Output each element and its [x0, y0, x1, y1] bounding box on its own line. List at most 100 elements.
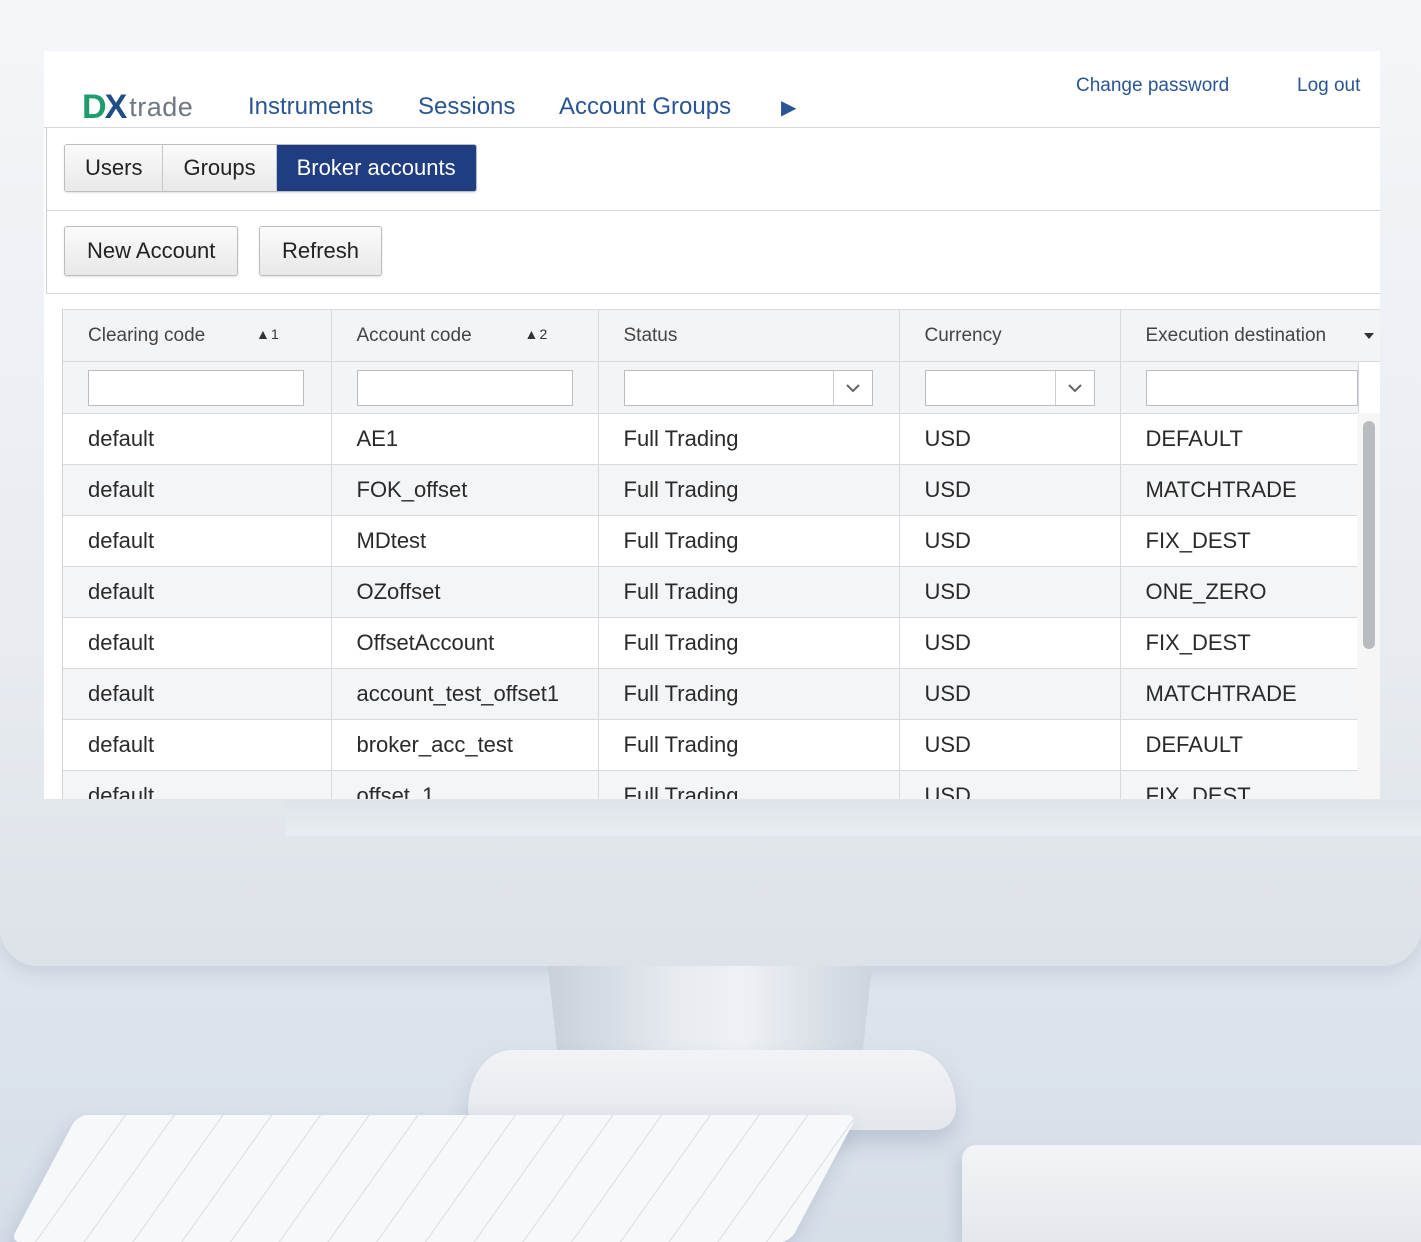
table-row[interactable]: default broker_acc_test Full Trading USD DEF…	[63, 719, 1359, 771]
cell-clearing-code: default	[63, 464, 332, 516]
cell-status: Full Trading	[598, 719, 900, 771]
cell-execution-destination: FIX_DEST	[1120, 515, 1359, 567]
log-out-link[interactable]: Log out	[1297, 75, 1360, 97]
cell-account-code: MDtest	[331, 515, 599, 567]
cell-currency: USD	[899, 464, 1121, 516]
table-row[interactable]: default OZoffset Full Trading USD ONE_ZERO	[63, 566, 1359, 618]
sort-asc-icon: ▲ 2	[524, 326, 548, 342]
trackpad	[962, 1145, 1421, 1242]
column-header-status[interactable]: Status	[598, 309, 900, 362]
account-code-filter-input[interactable]	[356, 369, 573, 406]
cell-execution-destination: ONE_ZERO	[1120, 566, 1359, 618]
table-row[interactable]: default account_test_offset1 Full Trading U…	[63, 668, 1359, 720]
vertical-scrollbar[interactable]	[1357, 413, 1380, 799]
filter-cell	[598, 361, 900, 414]
sort-order: 1	[271, 326, 279, 342]
clearing-code-filter-input[interactable]	[88, 369, 304, 406]
scrollbar-thumb[interactable]	[1363, 421, 1375, 649]
cell-execution-destination: DEFAULT	[1120, 719, 1359, 771]
cell-clearing-code: default	[63, 413, 332, 465]
column-header-label: Clearing code	[88, 324, 206, 346]
filter-cell	[899, 361, 1121, 414]
cell-execution-destination: DEFAULT	[1120, 413, 1359, 465]
cell-status: Full Trading	[598, 770, 900, 799]
app-screen: DX trade Instruments Sessions Account Gr…	[44, 51, 1380, 799]
logo-mark-x: X	[104, 88, 128, 126]
logo-mark-icon: DX	[82, 88, 128, 126]
cell-account-code: offset_1	[331, 770, 599, 799]
dxtrade-logo[interactable]: DX trade	[82, 87, 193, 127]
grid-body: default AE1 Full Trading USD DEFAULT default F…	[63, 413, 1359, 799]
column-header-label: Status	[623, 324, 678, 346]
filter-row	[63, 361, 1359, 414]
nav-sessions[interactable]: Sessions	[418, 93, 515, 121]
column-header-label: Execution destination	[1145, 324, 1327, 346]
cell-status: Full Trading	[598, 566, 900, 618]
execution-destination-filter-input[interactable]	[1145, 369, 1358, 406]
toolbar: New Account Refresh	[46, 211, 1380, 294]
sub-tab-bar: Users Groups Broker accounts	[46, 128, 1380, 211]
nav-instruments[interactable]: Instruments	[248, 93, 373, 121]
change-password-link[interactable]: Change password	[1076, 75, 1229, 97]
column-header-clearing-code[interactable]: Clearing code ▲ 1	[63, 309, 332, 362]
new-account-button[interactable]: New Account	[64, 226, 239, 276]
cell-account-code: OZoffset	[331, 566, 599, 618]
column-menu-icon[interactable]	[1357, 309, 1380, 362]
cell-currency: USD	[899, 617, 1121, 669]
monitor-stand	[548, 966, 872, 1056]
monitor-bezel-shade	[285, 800, 1421, 836]
table-row[interactable]: default FOK_offset Full Trading USD MATCHTRA…	[63, 464, 1359, 516]
cell-currency: USD	[899, 770, 1121, 799]
cell-clearing-code: default	[63, 617, 332, 669]
tab-group: Users Groups Broker accounts	[64, 144, 477, 192]
logo-mark-d: D	[82, 88, 107, 126]
cell-clearing-code: default	[63, 515, 332, 567]
cell-account-code: account_test_offset1	[331, 668, 599, 720]
table-row[interactable]: default OffsetAccount Full Trading USD FIX_D…	[63, 617, 1359, 669]
table-row[interactable]: default MDtest Full Trading USD FIX_DEST	[63, 515, 1359, 567]
cell-status: Full Trading	[598, 617, 900, 669]
cell-currency: USD	[899, 566, 1121, 618]
cell-account-code: FOK_offset	[331, 464, 599, 516]
cell-execution-destination: MATCHTRADE	[1120, 464, 1359, 516]
cell-account-code: AE1	[331, 413, 599, 465]
tab-groups[interactable]: Groups	[163, 145, 277, 191]
nav-more-icon[interactable]: ▶	[781, 95, 796, 120]
cell-execution-destination: MATCHTRADE	[1120, 668, 1359, 720]
filter-cell	[1120, 361, 1359, 414]
cell-clearing-code: default	[63, 668, 332, 720]
status-filter-select[interactable]	[623, 369, 873, 406]
filter-cell	[331, 361, 599, 414]
cell-account-code: broker_acc_test	[331, 719, 599, 771]
tab-broker-accounts[interactable]: Broker accounts	[276, 145, 476, 191]
cell-account-code: OffsetAccount	[331, 617, 599, 669]
cell-execution-destination: FIX_DEST	[1120, 617, 1359, 669]
cell-currency: USD	[899, 413, 1121, 465]
column-header-account-code[interactable]: Account code ▲ 2	[331, 309, 599, 362]
nav-account-groups[interactable]: Account Groups	[559, 93, 731, 121]
keyboard	[10, 1115, 858, 1242]
column-header-execution-destination[interactable]: Execution destination	[1120, 309, 1359, 362]
logo-text: trade	[129, 91, 194, 122]
cell-status: Full Trading	[598, 413, 900, 465]
top-navigation: DX trade Instruments Sessions Account Gr…	[44, 51, 1380, 128]
column-header-label: Account code	[356, 324, 472, 346]
column-header-currency[interactable]: Currency	[899, 309, 1121, 362]
tab-users[interactable]: Users	[65, 145, 164, 191]
cell-status: Full Trading	[598, 515, 900, 567]
chevron-down-icon	[1054, 370, 1094, 405]
broker-accounts-grid: Clearing code ▲ 1 Account code ▲ 2 Statu…	[62, 309, 1380, 799]
cell-currency: USD	[899, 719, 1121, 771]
accounts-table: Clearing code ▲ 1 Account code ▲ 2 Statu…	[63, 309, 1359, 799]
chevron-down-icon	[832, 370, 872, 405]
currency-filter-select[interactable]	[924, 369, 1095, 406]
cell-status: Full Trading	[598, 668, 900, 720]
cell-status: Full Trading	[598, 464, 900, 516]
table-row[interactable]: default AE1 Full Trading USD DEFAULT	[63, 413, 1359, 465]
cell-currency: USD	[899, 515, 1121, 567]
filter-cell	[63, 361, 332, 414]
cell-clearing-code: default	[63, 770, 332, 799]
table-row[interactable]: default offset_1 Full Trading USD FIX_DEST	[63, 770, 1359, 799]
cell-execution-destination: FIX_DEST	[1120, 770, 1359, 799]
refresh-button[interactable]: Refresh	[259, 226, 383, 276]
